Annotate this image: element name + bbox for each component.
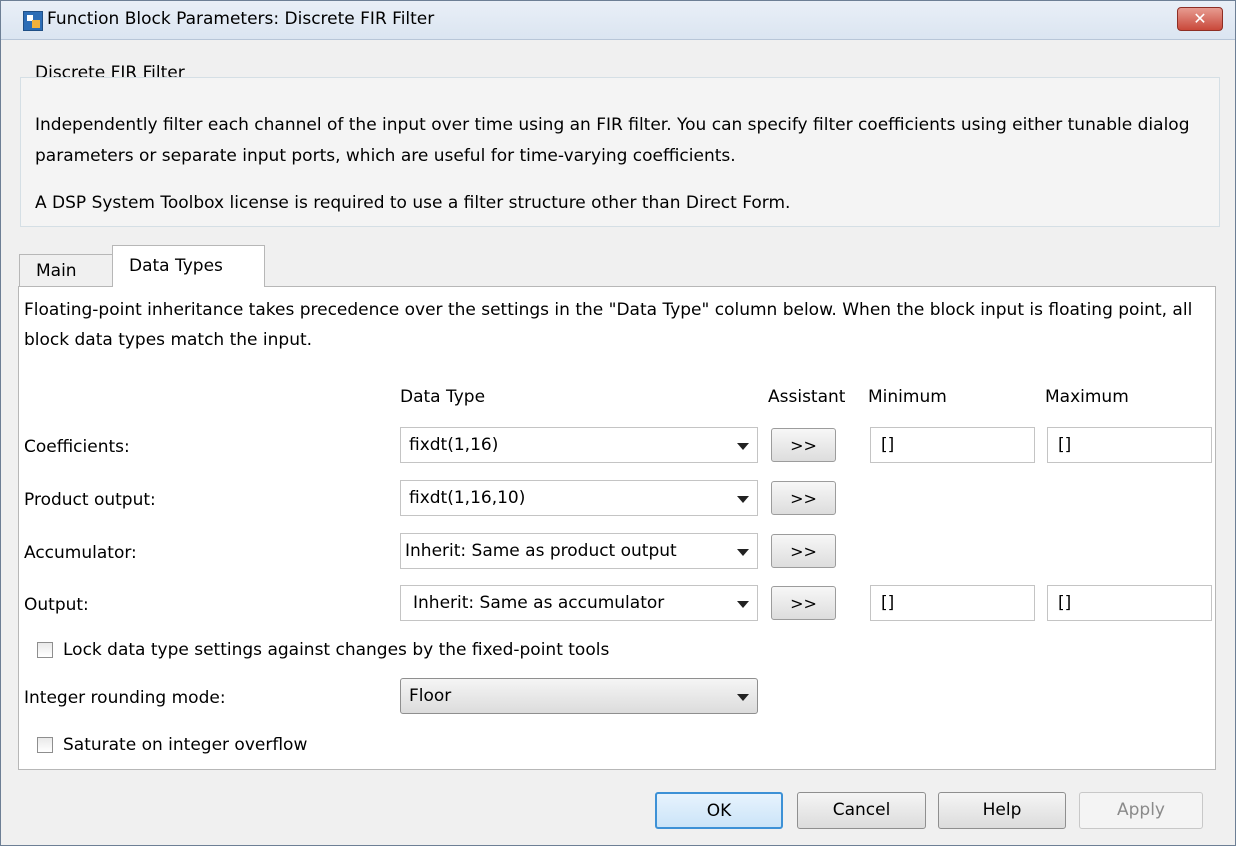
integer-rounding-label: Integer rounding mode: [24, 688, 226, 708]
product-output-data-type-select[interactable]: fixdt(1,16,10) [400, 480, 758, 516]
license-note: A DSP System Toolbox license is required… [35, 193, 791, 213]
accumulator-assistant-button[interactable]: >> [771, 534, 836, 568]
checkbox-icon[interactable] [37, 642, 53, 658]
matlab-block-icon [23, 11, 43, 31]
dropdown-caret-icon [737, 443, 749, 450]
product-output-label: Product output: [24, 490, 156, 510]
title-bar[interactable]: Function Block Parameters: Discrete FIR … [1, 1, 1235, 40]
data-types-panel: Floating-point inheritance takes precede… [18, 286, 1216, 770]
window-title: Function Block Parameters: Discrete FIR … [47, 9, 435, 29]
output-maximum-value: [] [1058, 593, 1072, 613]
coefficients-assistant-button[interactable]: >> [771, 428, 836, 462]
tab-main[interactable]: Main [19, 254, 113, 288]
block-description: Independently filter each channel of the… [35, 115, 1190, 166]
maximum-header: Maximum [1045, 387, 1129, 407]
product-output-data-type-value: fixdt(1,16,10) [409, 488, 526, 508]
tab-data-types[interactable]: Data Types [112, 245, 265, 287]
checkbox-icon[interactable] [37, 737, 53, 753]
coefficients-data-type-select[interactable]: fixdt(1,16) [400, 427, 758, 463]
output-minimum-value: [] [881, 593, 895, 613]
integer-rounding-select[interactable]: Floor [400, 678, 758, 714]
accumulator-label: Accumulator: [24, 543, 137, 563]
output-data-type-select[interactable]: Inherit: Same as accumulator [400, 585, 758, 621]
tab-data-types-label: Data Types [129, 256, 223, 276]
cancel-button[interactable]: Cancel [797, 792, 926, 829]
dropdown-caret-icon [737, 694, 749, 701]
apply-button[interactable]: Apply [1079, 792, 1203, 829]
output-assistant-button[interactable]: >> [771, 586, 836, 620]
output-label: Output: [24, 595, 89, 615]
close-button[interactable]: ✕ [1177, 7, 1223, 31]
product-output-assistant-button[interactable]: >> [771, 481, 836, 515]
output-maximum-field[interactable]: [] [1047, 585, 1212, 621]
inheritance-note: Floating-point inheritance takes precede… [24, 300, 1193, 350]
dropdown-caret-icon [737, 549, 749, 556]
ok-button[interactable]: OK [655, 792, 783, 829]
output-minimum-field[interactable]: [] [870, 585, 1035, 621]
saturate-overflow-label: Saturate on integer overflow [63, 735, 308, 755]
output-data-type-value: Inherit: Same as accumulator [413, 593, 665, 613]
tab-main-label: Main [36, 261, 77, 281]
coefficients-minimum-field[interactable]: [] [870, 427, 1035, 463]
coefficients-maximum-value: [] [1058, 435, 1072, 455]
close-icon: ✕ [1193, 9, 1207, 28]
integer-rounding-value: Floor [409, 686, 452, 706]
accumulator-data-type-select[interactable]: Inherit: Same as product output [400, 533, 758, 569]
dropdown-caret-icon [737, 496, 749, 503]
coefficients-label: Coefficients: [24, 437, 130, 457]
assistant-header: Assistant [768, 387, 846, 407]
minimum-header: Minimum [868, 387, 947, 407]
lock-data-type-label: Lock data type settings against changes … [63, 640, 610, 660]
help-button[interactable]: Help [938, 792, 1066, 829]
coefficients-data-type-value: fixdt(1,16) [409, 435, 499, 455]
block-description-group: Independently filter each channel of the… [20, 77, 1220, 227]
dropdown-caret-icon [737, 601, 749, 608]
data-type-header: Data Type [400, 387, 486, 407]
dialog-window: Function Block Parameters: Discrete FIR … [0, 0, 1236, 846]
accumulator-data-type-value: Inherit: Same as product output [405, 541, 677, 561]
coefficients-maximum-field[interactable]: [] [1047, 427, 1212, 463]
coefficients-minimum-value: [] [881, 435, 895, 455]
